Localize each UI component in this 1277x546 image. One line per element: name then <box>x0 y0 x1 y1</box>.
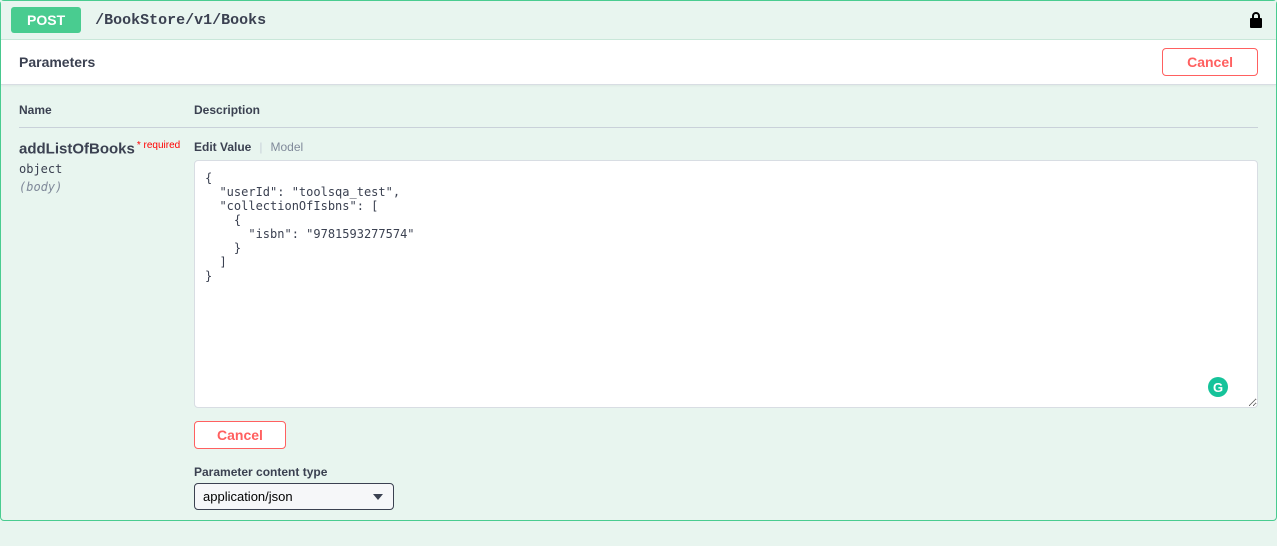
cancel-button[interactable]: Cancel <box>1162 48 1258 76</box>
param-cancel-button[interactable]: Cancel <box>194 421 286 449</box>
parameters-title: Parameters <box>19 54 95 70</box>
parameter-name: addListOfBooks <box>19 141 135 158</box>
tab-edit-value[interactable]: Edit Value <box>194 140 251 154</box>
column-name-header: Name <box>19 103 194 117</box>
http-method-badge: POST <box>11 7 81 33</box>
lock-icon[interactable] <box>1248 11 1264 32</box>
column-description-header: Description <box>194 103 1258 117</box>
required-marker: * required <box>137 140 180 151</box>
parameter-row: addListOfBooks* required object (body) E… <box>19 140 1258 510</box>
endpoint-path: /BookStore/v1/Books <box>95 12 266 29</box>
parameter-desc-cell: Edit Value | Model G Cancel Parameter co… <box>194 140 1258 510</box>
parameters-body: Name Description addListOfBooks* require… <box>1 85 1276 520</box>
column-header-row: Name Description <box>19 103 1258 128</box>
content-type-label: Parameter content type <box>194 465 1258 479</box>
parameters-bar: Parameters Cancel <box>1 39 1276 85</box>
content-type-select[interactable]: application/json <box>194 483 394 510</box>
operation-block: POST /BookStore/v1/Books Parameters Canc… <box>0 0 1277 521</box>
parameter-type: object <box>19 162 194 176</box>
parameter-in: (body) <box>19 180 194 194</box>
content-type-block: Parameter content type application/json <box>194 465 1258 510</box>
value-editor-tabs: Edit Value | Model <box>194 140 1258 154</box>
body-textarea-wrap: G <box>194 160 1258 411</box>
tab-separator: | <box>259 140 262 154</box>
tab-model[interactable]: Model <box>270 140 303 154</box>
parameter-name-cell: addListOfBooks* required object (body) <box>19 140 194 510</box>
operation-header[interactable]: POST /BookStore/v1/Books <box>1 1 1276 39</box>
request-body-textarea[interactable] <box>194 160 1258 408</box>
